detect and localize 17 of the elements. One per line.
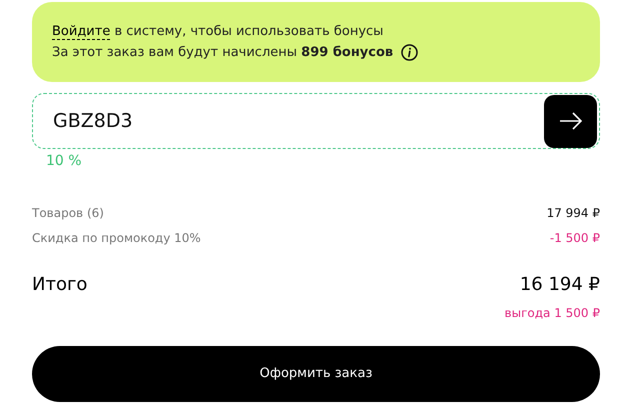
login-link[interactable]: Войдите: [52, 24, 110, 40]
summary-value: -1 500 ₽: [550, 230, 600, 247]
info-icon[interactable]: [401, 44, 418, 62]
checkout-button[interactable]: Оформить заказ: [32, 346, 600, 402]
login-prompt: Войдите в систему, чтобы использовать бонусы: [52, 22, 384, 41]
promo-code-input[interactable]: GBZ8D3: [53, 106, 353, 136]
summary-label: Товаров (6): [32, 205, 104, 222]
total-value: 16 194 ₽: [520, 273, 600, 297]
promo-code-field[interactable]: GBZ8D3: [32, 93, 600, 149]
summary-label: Скидка по промокоду 10%: [32, 230, 201, 247]
total-label: Итого: [32, 273, 88, 297]
savings-text: выгода 1 500 ₽: [504, 305, 600, 322]
summary-value: 17 994 ₽: [546, 205, 600, 222]
discount-percent: 10 %: [46, 152, 82, 171]
bonus-info-text: За этот заказ вам будут начислены 899 бонусов: [52, 44, 394, 62]
apply-button[interactable]: [544, 94, 597, 148]
arrow-right-icon: [558, 112, 582, 130]
